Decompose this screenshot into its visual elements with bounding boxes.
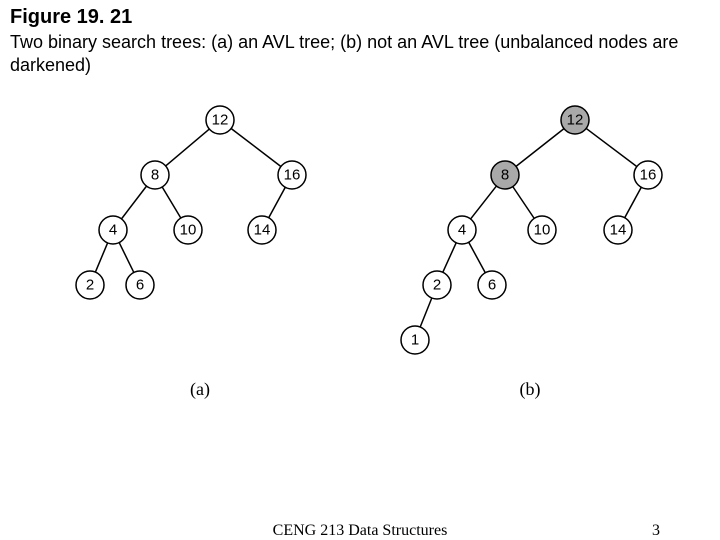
tree-node: 6 [478, 271, 506, 299]
tree-edge [471, 186, 497, 219]
tree-node: 16 [634, 161, 662, 189]
svg-text:14: 14 [610, 222, 627, 239]
svg-text:2: 2 [86, 277, 94, 294]
tree-edge [625, 187, 642, 217]
svg-text:2: 2 [433, 277, 441, 294]
tree-node: 2 [423, 271, 451, 299]
tree-node: 10 [528, 216, 556, 244]
tree-edge [119, 243, 134, 273]
subfigure-label: (b) [520, 379, 541, 400]
tree-node: 12 [561, 106, 589, 134]
tree-node: 8 [141, 161, 169, 189]
tree-node: 12 [206, 106, 234, 134]
tree-node: 14 [248, 216, 276, 244]
svg-text:6: 6 [488, 277, 496, 294]
tree-edge [162, 187, 181, 218]
svg-text:6: 6 [136, 277, 144, 294]
figure-caption: Two binary search trees: (a) an AVL tree… [0, 31, 720, 80]
footer-page-number: 3 [652, 522, 660, 540]
tree-edge [95, 243, 107, 272]
svg-text:10: 10 [534, 222, 551, 239]
diagram-area: 12 8 16 4 10 14 2 6 (a) 12 8 16 4 10 14 2 6 1 (b) [0, 80, 720, 480]
tree-node: 2 [76, 271, 104, 299]
footer-course: CENG 213 Data Structures [0, 522, 720, 540]
svg-text:4: 4 [458, 222, 466, 239]
tree-edge [231, 128, 281, 166]
tree-node: 4 [448, 216, 476, 244]
tree-edge [516, 129, 564, 167]
tree-node: 8 [491, 161, 519, 189]
tree-edge [166, 129, 210, 166]
tree-node: 6 [126, 271, 154, 299]
svg-text:10: 10 [180, 222, 197, 239]
tree-edge [443, 243, 456, 273]
tree-node: 4 [99, 216, 127, 244]
subfigure-label: (a) [190, 379, 210, 400]
svg-text:14: 14 [254, 222, 271, 239]
tree-node: 14 [604, 216, 632, 244]
tree-node: 1 [401, 326, 429, 354]
svg-text:12: 12 [567, 112, 584, 129]
svg-text:8: 8 [151, 167, 159, 184]
svg-text:1: 1 [411, 332, 419, 349]
svg-text:16: 16 [284, 167, 301, 184]
tree-edge [513, 187, 534, 219]
svg-text:12: 12 [212, 112, 229, 129]
tree-edge [269, 187, 286, 217]
tree-edge [586, 128, 637, 166]
figure-title: Figure 19. 21 [0, 0, 720, 31]
tree-node: 10 [174, 216, 202, 244]
tree-node: 16 [278, 161, 306, 189]
tree-edge [420, 298, 432, 327]
svg-text:4: 4 [109, 222, 117, 239]
tree-edge [121, 186, 146, 219]
tree-edge [469, 242, 486, 272]
svg-text:16: 16 [640, 167, 657, 184]
tree-diagram: 12 8 16 4 10 14 2 6 (a) 12 8 16 4 10 14 2 6 1 (b) [0, 80, 720, 440]
svg-text:8: 8 [501, 167, 509, 184]
